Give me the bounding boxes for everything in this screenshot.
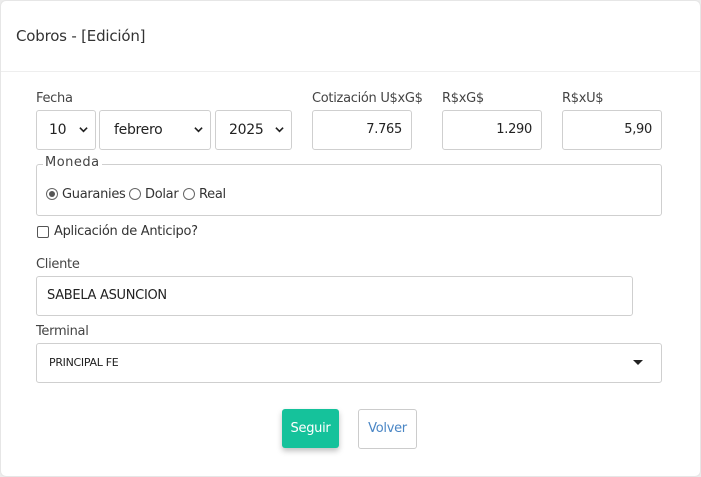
seguir-button[interactable]: Seguir	[282, 409, 339, 448]
volver-button[interactable]: Volver	[358, 409, 417, 449]
day-select[interactable]: 10	[36, 110, 96, 150]
month-value: febrero	[114, 122, 163, 138]
radio-real-label[interactable]: Real	[199, 187, 226, 202]
year-value: 2025	[229, 122, 264, 138]
brl-usd-input[interactable]: 5,90	[562, 110, 662, 150]
chevron-down-icon	[194, 127, 203, 133]
terminal-label: Terminal	[36, 324, 89, 339]
terminal-select[interactable]: PRINCIPAL FE	[36, 343, 662, 383]
brl-gs-value: 1.290	[496, 122, 532, 137]
radio-guaranies-label[interactable]: Guaranies	[62, 187, 126, 202]
page-title: Cobros - [Edición]	[16, 27, 146, 45]
chevron-down-icon	[79, 127, 88, 133]
usd-gs-input[interactable]: 7.765	[312, 110, 412, 150]
caret-down-icon	[633, 360, 643, 365]
anticipo-label[interactable]: Aplicación de Anticipo?	[54, 224, 198, 239]
radio-dolar[interactable]	[129, 188, 141, 200]
moneda-legend: Moneda	[43, 155, 102, 170]
month-select[interactable]: febrero	[99, 110, 211, 150]
anticipo-checkbox[interactable]	[37, 226, 49, 238]
chevron-down-icon	[275, 127, 284, 133]
usd-gs-value: 7.765	[366, 122, 402, 137]
brl-usd-label: R$xU$	[562, 91, 604, 106]
radio-real[interactable]	[183, 188, 195, 200]
cliente-label: Cliente	[36, 257, 80, 272]
usd-gs-label: Cotización U$xG$	[312, 91, 423, 106]
edit-card: Cobros - [Edición] Fecha 10 febrero 2025…	[0, 0, 701, 477]
day-value: 10	[49, 122, 67, 138]
radio-guaranies[interactable]	[46, 188, 58, 200]
year-select[interactable]: 2025	[215, 110, 292, 150]
card-header: Cobros - [Edición]	[1, 1, 700, 72]
cliente-value: SABELA ASUNCION	[47, 288, 167, 303]
brl-usd-value: 5,90	[624, 122, 652, 137]
brl-gs-input[interactable]: 1.290	[442, 110, 542, 150]
terminal-value: PRINCIPAL FE	[49, 356, 119, 369]
radio-dolar-label[interactable]: Dolar	[145, 187, 179, 202]
cliente-input[interactable]: SABELA ASUNCION	[36, 276, 633, 316]
fecha-label: Fecha	[36, 91, 73, 106]
brl-gs-label: R$xG$	[442, 91, 484, 106]
